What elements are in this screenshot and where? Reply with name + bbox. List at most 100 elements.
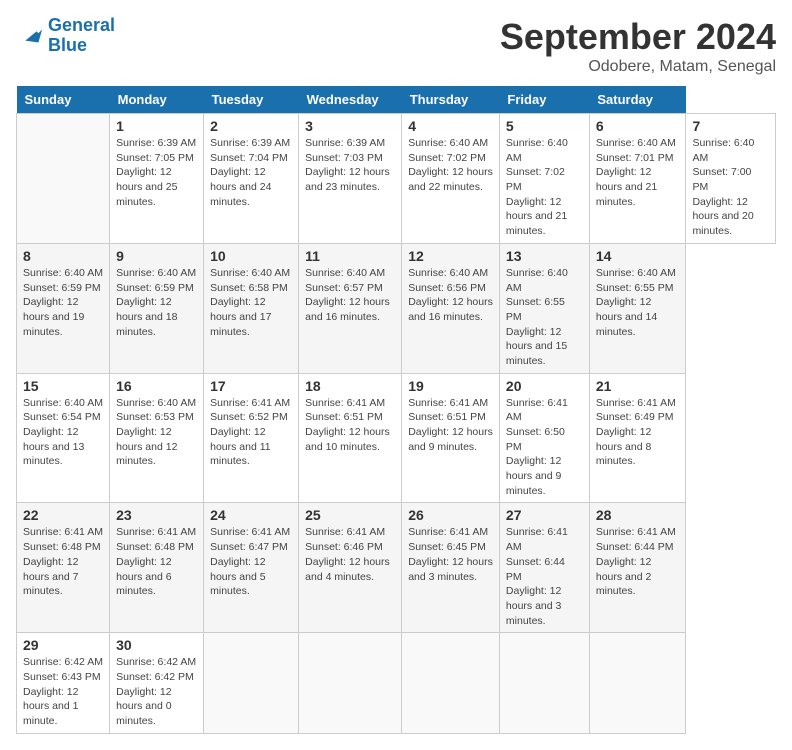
logo: General Blue	[16, 16, 115, 56]
calendar-cell	[589, 633, 686, 733]
calendar-cell: 12 Sunrise: 6:40 AM Sunset: 6:56 PM Dayli…	[402, 243, 500, 373]
day-number: 22	[23, 507, 103, 523]
day-info: Sunrise: 6:40 AM Sunset: 7:02 PM Dayligh…	[506, 136, 583, 239]
calendar-cell: 18 Sunrise: 6:41 AM Sunset: 6:51 PM Dayli…	[299, 373, 402, 503]
day-number: 1	[116, 118, 197, 134]
day-number: 2	[210, 118, 292, 134]
calendar-cell: 27Sunrise: 6:41 AM Sunset: 6:44 PM Dayli…	[499, 503, 589, 633]
calendar-cell: 19 Sunrise: 6:41 AM Sunset: 6:51 PM Dayli…	[402, 373, 500, 503]
title-area: September 2024 Odobere, Matam, Senegal	[500, 16, 776, 76]
header-sunday: Sunday	[17, 86, 110, 114]
day-number: 7	[692, 118, 769, 134]
calendar-cell	[17, 114, 110, 244]
calendar-cell: 25 Sunrise: 6:41 AM Sunset: 6:46 PM Dayli…	[299, 503, 402, 633]
day-info: Sunrise: 6:41 AM Sunset: 6:46 PM Dayligh…	[305, 525, 395, 584]
day-info: Sunrise: 6:41 AM Sunset: 6:51 PM Dayligh…	[305, 396, 395, 455]
day-info: Sunrise: 6:41 AM Sunset: 6:51 PM Dayligh…	[408, 396, 493, 455]
day-number: 13	[506, 248, 583, 264]
day-info: Sunrise: 6:40 AM Sunset: 6:57 PM Dayligh…	[305, 266, 395, 325]
day-info: Sunrise: 6:39 AM Sunset: 7:03 PM Dayligh…	[305, 136, 395, 195]
calendar-cell: 17Sunrise: 6:41 AM Sunset: 6:52 PM Dayli…	[204, 373, 299, 503]
calendar-cell	[299, 633, 402, 733]
day-info: Sunrise: 6:40 AM Sunset: 7:00 PM Dayligh…	[692, 136, 769, 239]
day-number: 25	[305, 507, 395, 523]
day-number: 15	[23, 378, 103, 394]
calendar-cell: 8Sunrise: 6:40 AM Sunset: 6:59 PM Daylig…	[17, 243, 110, 373]
day-number: 6	[596, 118, 680, 134]
logo-line2: Blue	[48, 35, 87, 55]
day-number: 21	[596, 378, 680, 394]
day-number: 19	[408, 378, 493, 394]
calendar-cell: 13Sunrise: 6:40 AM Sunset: 6:55 PM Dayli…	[499, 243, 589, 373]
day-info: Sunrise: 6:41 AM Sunset: 6:52 PM Dayligh…	[210, 396, 292, 469]
day-number: 12	[408, 248, 493, 264]
day-info: Sunrise: 6:40 AM Sunset: 6:56 PM Dayligh…	[408, 266, 493, 325]
calendar-week-3: 15 Sunrise: 6:40 AM Sunset: 6:54 PM Dayli…	[17, 373, 776, 503]
calendar-cell: 30 Sunrise: 6:42 AM Sunset: 6:42 PM Dayli…	[110, 633, 204, 733]
header: General Blue September 2024 Odobere, Mat…	[16, 16, 776, 76]
day-number: 8	[23, 248, 103, 264]
day-number: 14	[596, 248, 680, 264]
day-info: Sunrise: 6:40 AM Sunset: 7:01 PM Dayligh…	[596, 136, 680, 209]
calendar-header-row: Sunday Monday Tuesday Wednesday Thursday…	[17, 86, 776, 114]
calendar-cell: 9Sunrise: 6:40 AM Sunset: 6:59 PM Daylig…	[110, 243, 204, 373]
day-info: Sunrise: 6:41 AM Sunset: 6:47 PM Dayligh…	[210, 525, 292, 598]
logo-line1: General	[48, 15, 115, 35]
day-number: 29	[23, 637, 103, 653]
calendar-week-1: 1 Sunrise: 6:39 AM Sunset: 7:05 PM Daylig…	[17, 114, 776, 244]
calendar-cell	[204, 633, 299, 733]
day-info: Sunrise: 6:41 AM Sunset: 6:45 PM Dayligh…	[408, 525, 493, 584]
header-monday: Monday	[110, 86, 204, 114]
calendar-cell: 15 Sunrise: 6:40 AM Sunset: 6:54 PM Dayli…	[17, 373, 110, 503]
calendar-cell: 3 Sunrise: 6:39 AM Sunset: 7:03 PM Daylig…	[299, 114, 402, 244]
day-info: Sunrise: 6:42 AM Sunset: 6:42 PM Dayligh…	[116, 655, 197, 728]
day-info: Sunrise: 6:40 AM Sunset: 6:58 PM Dayligh…	[210, 266, 292, 339]
header-wednesday: Wednesday	[299, 86, 402, 114]
day-number: 11	[305, 248, 395, 264]
calendar-week-5: 29 Sunrise: 6:42 AM Sunset: 6:43 PM Dayli…	[17, 633, 776, 733]
day-number: 30	[116, 637, 197, 653]
calendar-cell: 11 Sunrise: 6:40 AM Sunset: 6:57 PM Dayli…	[299, 243, 402, 373]
day-number: 16	[116, 378, 197, 394]
logo-text: General Blue	[48, 16, 115, 56]
location-subtitle: Odobere, Matam, Senegal	[500, 58, 776, 76]
calendar-cell: 21 Sunrise: 6:41 AM Sunset: 6:49 PM Dayli…	[589, 373, 686, 503]
header-thursday: Thursday	[402, 86, 500, 114]
calendar-cell: 6 Sunrise: 6:40 AM Sunset: 7:01 PM Daylig…	[589, 114, 686, 244]
calendar-cell: 5 Sunrise: 6:40 AM Sunset: 7:02 PM Daylig…	[499, 114, 589, 244]
day-number: 24	[210, 507, 292, 523]
day-info: Sunrise: 6:40 AM Sunset: 6:53 PM Dayligh…	[116, 396, 197, 469]
day-number: 10	[210, 248, 292, 264]
calendar-week-2: 8Sunrise: 6:40 AM Sunset: 6:59 PM Daylig…	[17, 243, 776, 373]
calendar-cell: 10 Sunrise: 6:40 AM Sunset: 6:58 PM Dayli…	[204, 243, 299, 373]
calendar-cell: 23Sunrise: 6:41 AM Sunset: 6:48 PM Dayli…	[110, 503, 204, 633]
day-info: Sunrise: 6:42 AM Sunset: 6:43 PM Dayligh…	[23, 655, 103, 728]
calendar-cell: 7 Sunrise: 6:40 AM Sunset: 7:00 PM Daylig…	[686, 114, 776, 244]
day-info: Sunrise: 6:40 AM Sunset: 7:02 PM Dayligh…	[408, 136, 493, 195]
day-info: Sunrise: 6:39 AM Sunset: 7:04 PM Dayligh…	[210, 136, 292, 209]
day-number: 3	[305, 118, 395, 134]
header-friday: Friday	[499, 86, 589, 114]
calendar-cell: 24 Sunrise: 6:41 AM Sunset: 6:47 PM Dayli…	[204, 503, 299, 633]
day-number: 5	[506, 118, 583, 134]
day-info: Sunrise: 6:41 AM Sunset: 6:48 PM Dayligh…	[23, 525, 103, 598]
calendar-cell: 16 Sunrise: 6:40 AM Sunset: 6:53 PM Dayli…	[110, 373, 204, 503]
day-info: Sunrise: 6:39 AM Sunset: 7:05 PM Dayligh…	[116, 136, 197, 209]
calendar-cell: 1 Sunrise: 6:39 AM Sunset: 7:05 PM Daylig…	[110, 114, 204, 244]
header-saturday: Saturday	[589, 86, 686, 114]
day-number: 4	[408, 118, 493, 134]
calendar-week-4: 22 Sunrise: 6:41 AM Sunset: 6:48 PM Dayli…	[17, 503, 776, 633]
day-info: Sunrise: 6:40 AM Sunset: 6:55 PM Dayligh…	[596, 266, 680, 339]
calendar-cell: 4 Sunrise: 6:40 AM Sunset: 7:02 PM Daylig…	[402, 114, 500, 244]
day-info: Sunrise: 6:41 AM Sunset: 6:48 PM Dayligh…	[116, 525, 197, 598]
calendar-cell	[499, 633, 589, 733]
day-info: Sunrise: 6:41 AM Sunset: 6:49 PM Dayligh…	[596, 396, 680, 469]
calendar-table: Sunday Monday Tuesday Wednesday Thursday…	[16, 86, 776, 734]
day-number: 18	[305, 378, 395, 394]
calendar-cell: 22 Sunrise: 6:41 AM Sunset: 6:48 PM Dayli…	[17, 503, 110, 633]
day-info: Sunrise: 6:41 AM Sunset: 6:50 PM Dayligh…	[506, 396, 583, 499]
calendar-cell: 2 Sunrise: 6:39 AM Sunset: 7:04 PM Daylig…	[204, 114, 299, 244]
day-number: 9	[116, 248, 197, 264]
day-info: Sunrise: 6:40 AM Sunset: 6:54 PM Dayligh…	[23, 396, 103, 469]
day-info: Sunrise: 6:41 AM Sunset: 6:44 PM Dayligh…	[596, 525, 680, 598]
